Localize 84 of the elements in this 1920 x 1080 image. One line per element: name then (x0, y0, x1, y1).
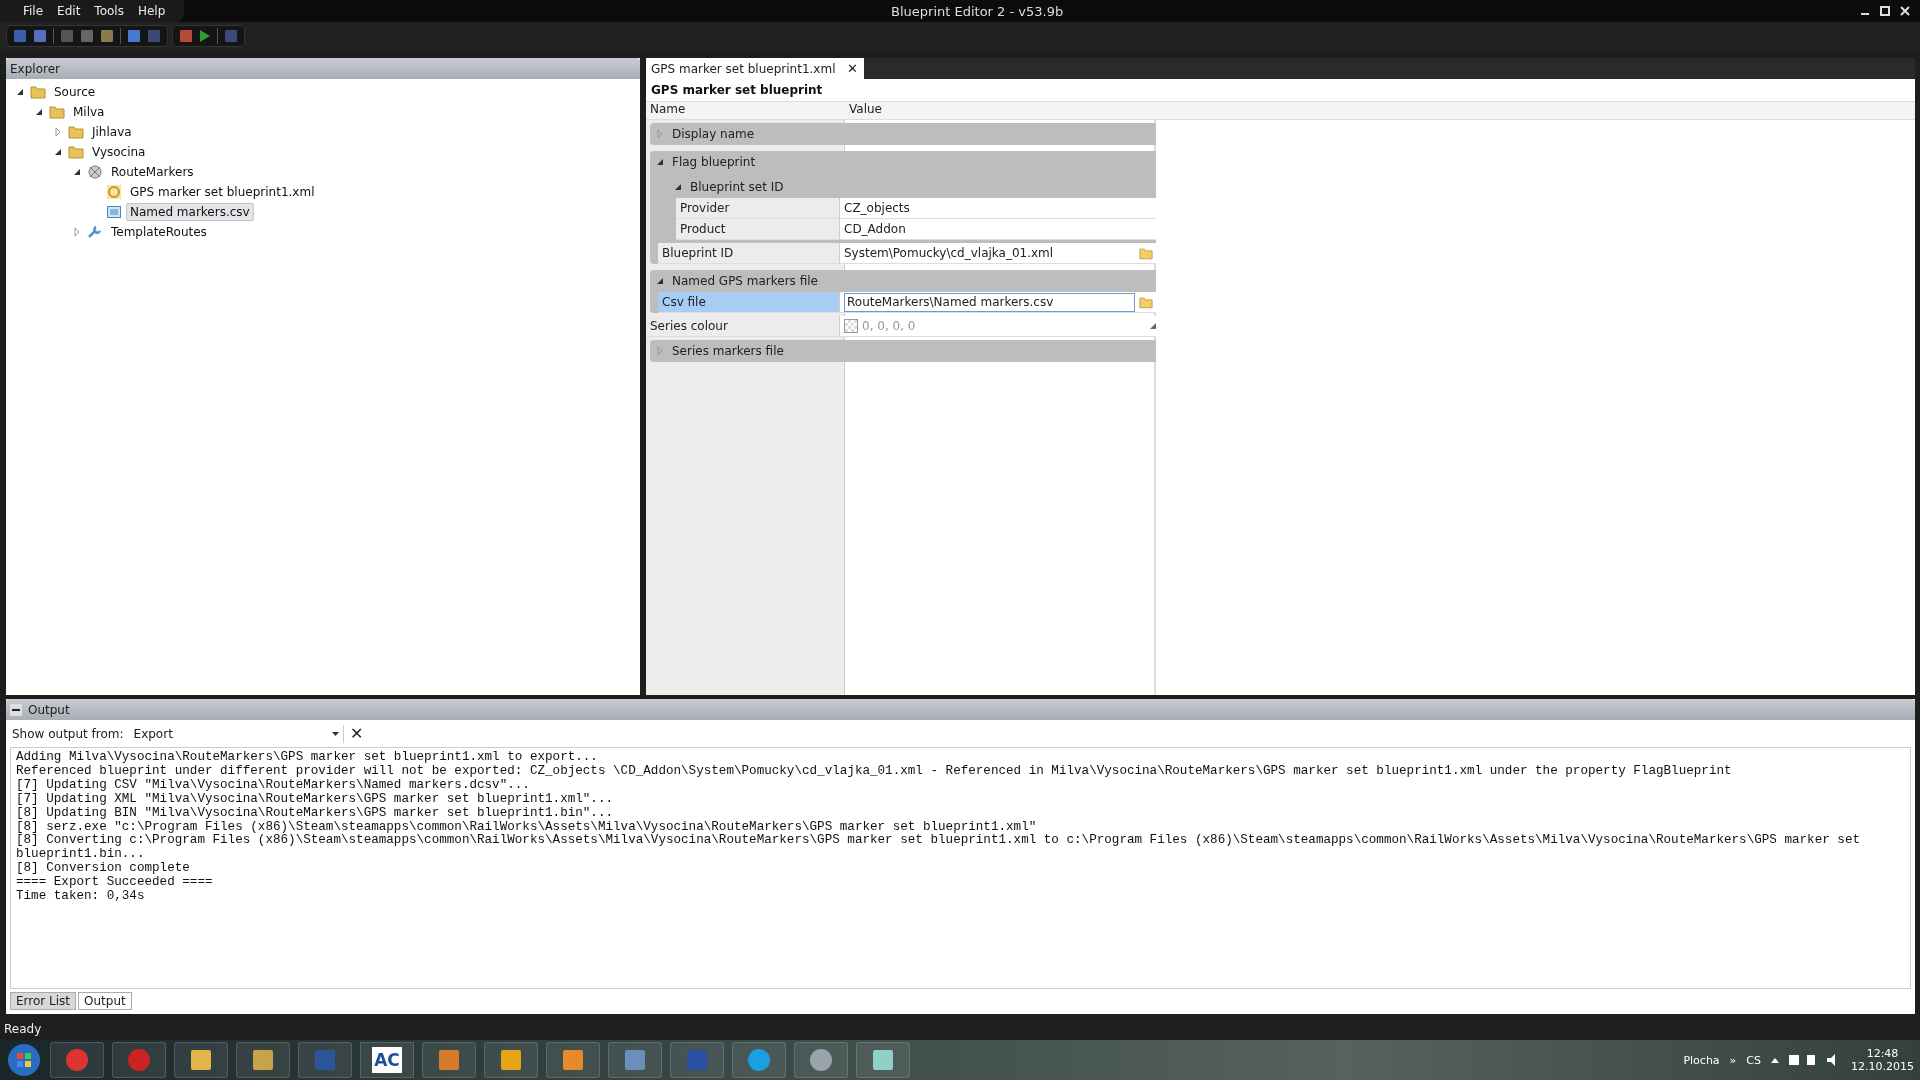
taskbar-app[interactable] (484, 1042, 538, 1078)
panel-tab[interactable]: Error List (10, 992, 77, 1010)
taskbar-app[interactable] (236, 1042, 290, 1078)
category-title[interactable]: Flag blueprint (672, 155, 756, 169)
taskbar-app[interactable] (422, 1042, 476, 1078)
taskbar-app[interactable] (732, 1042, 786, 1078)
log-line: [7] Updating CSV "Milva\Vysocina\RouteMarkers\Named markers.dcsv"... (16, 778, 531, 793)
tree-item[interactable]: Source (50, 83, 100, 101)
resize-grip-icon (1150, 323, 1156, 329)
maximize-icon[interactable] (1880, 6, 1890, 16)
taskbar-app[interactable]: AC (360, 1042, 414, 1078)
tree-item[interactable]: RouteMarkers (107, 163, 198, 181)
tree-item[interactable]: Jihlava (88, 123, 136, 141)
collapsed-arrow-icon[interactable] (73, 228, 81, 236)
taskbar-app[interactable] (608, 1042, 662, 1078)
property-name[interactable]: Provider (676, 198, 840, 218)
wrench-icon (87, 224, 103, 240)
tree-item[interactable]: Milva (69, 103, 109, 121)
log-line: Referenced blueprint under different provider will not be exported: CZ_objects \CD_Addon\System\Pomucky\cd_vlajka_01.xml - Referenced in Milva\Vysocina\RouteMarkers\GPS marker set blueprint1.xml under the property FlagBlueprint (16, 764, 1733, 779)
log-line: [7] Updating XML "Milva\Vysocina\RouteMarkers\GPS marker set blueprint1.xml"... (16, 792, 615, 807)
close-icon[interactable] (1900, 6, 1910, 16)
expanded-arrow-icon[interactable] (656, 158, 664, 166)
clear-output-button[interactable]: ✕ (349, 724, 363, 743)
expanded-arrow-icon[interactable] (73, 168, 81, 176)
expanded-arrow-icon[interactable] (674, 183, 682, 191)
dropdown-caret-icon (331, 731, 339, 736)
input-field[interactable]: RouteMarkers\Named markers.csv (844, 292, 1135, 312)
property-value: 0, 0, 0, 0 (862, 319, 917, 333)
property-name[interactable]: Series colour (646, 316, 840, 336)
log-line: [8] serz.exe "c:\Program Files (x86)\Steam\steamapps\common\RailWorks\Assets\Milva\Vysocina\RouteMarkers\GPS marker set blueprint1.xml" (16, 820, 1038, 834)
collapsed-arrow-icon[interactable] (54, 128, 62, 136)
category-title[interactable]: Display name (672, 127, 755, 141)
panel-tab[interactable]: Output (78, 992, 132, 1010)
log-line: [8] Updating BIN "Milva\Vysocina\RouteMarkers\GPS marker set blueprint1.bin"... (16, 806, 615, 821)
taskbar-app[interactable] (794, 1042, 848, 1078)
document-tab[interactable]: GPS marker set blueprint1.xml ✕ (646, 58, 865, 79)
category-title[interactable]: Blueprint set ID (690, 180, 784, 194)
colour-swatch (844, 319, 858, 333)
language-indicator[interactable]: CS (1746, 1053, 1761, 1067)
property-name[interactable]: Blueprint ID (658, 243, 840, 263)
source-label: Show output from: (12, 726, 124, 741)
taskbar-app[interactable] (856, 1042, 910, 1078)
menu-item[interactable]: Help (132, 4, 171, 18)
log-line: Adding Milva\Vysocina\RouteMarkers\GPS marker set blueprint1.xml to export... (16, 751, 599, 765)
menu-item[interactable]: Edit (52, 4, 86, 18)
property-name[interactable]: Csv file (658, 292, 840, 312)
desktop-label[interactable]: Plocha (1683, 1053, 1720, 1067)
category-title[interactable]: Named GPS markers file (672, 274, 818, 288)
log-line: [8] Conversion complete (16, 862, 191, 876)
window-title: Blueprint Editor 2 - v53.9b (891, 3, 1064, 19)
property-name[interactable]: Product (676, 219, 840, 239)
column-header: Name (649, 102, 687, 118)
expanded-arrow-icon[interactable] (54, 148, 62, 156)
panel-title: Explorer (6, 58, 640, 79)
property-value: System\Pomucky\cd_vlajka_01.xml (844, 246, 1055, 260)
property-value: CZ_objects (844, 201, 911, 215)
expanded-arrow-icon[interactable] (35, 108, 43, 116)
category-title[interactable]: Series markers file (672, 344, 784, 358)
taskbar-app[interactable] (546, 1042, 600, 1078)
start-orb-icon[interactable] (6, 1042, 42, 1078)
property-value: CD_Addon (844, 222, 907, 236)
log-line: ==== Export Succeeded ==== (16, 876, 214, 890)
close-tab-button[interactable]: ✕ (847, 61, 859, 76)
column-header: Value (848, 102, 883, 118)
source-dropdown[interactable]: Export (129, 724, 344, 743)
tree-item[interactable]: TemplateRoutes (107, 223, 211, 241)
panel-title: Output (28, 702, 70, 717)
expanded-arrow-icon[interactable] (656, 277, 664, 285)
log-line: Time taken: 0,34s (16, 890, 146, 904)
tree-item[interactable]: Vysocina (88, 143, 150, 161)
clock[interactable]: 12:48 12.10.2015 (1851, 1047, 1914, 1073)
ring-icon (106, 184, 122, 200)
menu-item[interactable]: File (18, 4, 49, 18)
tree-item[interactable]: GPS marker set blueprint1.xml (126, 183, 319, 201)
menu-item[interactable]: Tools (89, 4, 129, 18)
collapse-icon[interactable] (10, 703, 22, 716)
expanded-arrow-icon[interactable] (16, 88, 24, 96)
taskbar-app[interactable] (50, 1042, 104, 1078)
more-toolbar[interactable]: » (1729, 1053, 1737, 1067)
log-line: [8] Converting c:\Program Files (x86)\Steam\steamapps\common\RailWorks\Assets\Milva\Vysocina\RouteMarkers\GPS marker set blueprint1.xml to c:\Program Files (x86)\Steam\steamapps\common\RailWorks\Assets\Milva\Vysocina\RouteMarkers\GPS marker set (16, 834, 1862, 848)
log-line: blueprint1.bin... (16, 848, 146, 862)
taskbar-app[interactable] (174, 1042, 228, 1078)
crossed-circle-icon (87, 164, 103, 180)
tree-item[interactable]: Named markers.csv (126, 203, 254, 221)
